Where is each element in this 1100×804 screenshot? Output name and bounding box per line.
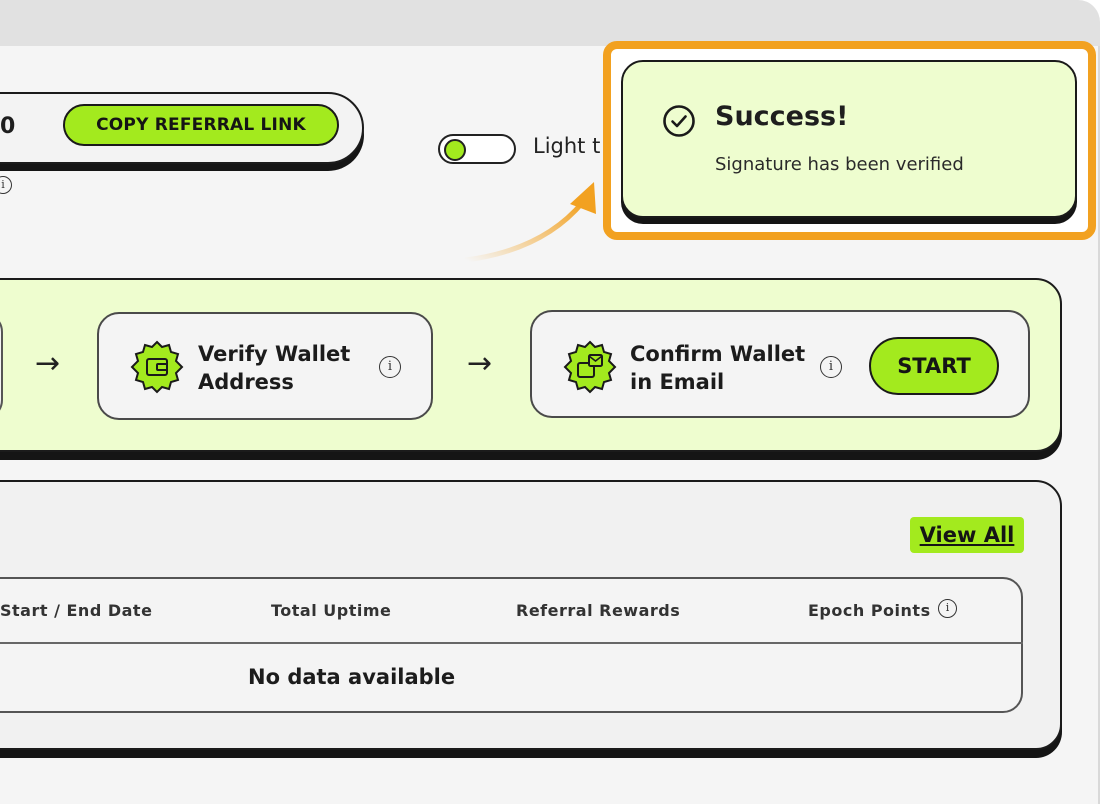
- toast-message: Signature has been verified: [715, 154, 964, 175]
- empty-state-message: No data available: [248, 665, 456, 689]
- callout-arrow-icon: [463, 182, 596, 263]
- history-table: [0, 577, 1023, 713]
- step-label-verify-wallet: Verify Wallet Address: [198, 342, 351, 394]
- confirm-email-info-icon[interactable]: i: [820, 356, 842, 378]
- theme-toggle-label: Light t: [533, 134, 601, 158]
- step-label-confirm-email: Confirm Wallet in Email: [630, 342, 806, 394]
- verify-wallet-info-icon[interactable]: i: [379, 356, 401, 378]
- toast-title: Success!: [715, 101, 849, 132]
- table-header-divider: [0, 642, 1023, 644]
- column-header-date[interactable]: Start / End Date: [0, 601, 152, 620]
- wallet-icon: [130, 340, 184, 394]
- check-circle-icon: [663, 105, 695, 137]
- theme-toggle[interactable]: [438, 134, 516, 164]
- step-card-previous: [0, 312, 3, 420]
- epoch-points-info-icon[interactable]: i: [938, 599, 957, 618]
- toggle-knob: [444, 139, 466, 161]
- copy-referral-link-button[interactable]: COPY REFERRAL LINK: [63, 104, 339, 146]
- step-arrow: →: [35, 346, 61, 381]
- email-wallet-icon: [563, 340, 617, 394]
- column-header-referral-rewards[interactable]: Referral Rewards: [516, 601, 680, 620]
- success-toast: [621, 60, 1077, 218]
- referral-count: 0: [0, 114, 16, 139]
- start-button[interactable]: START: [869, 337, 999, 395]
- step-arrow: →: [467, 346, 493, 381]
- column-header-epoch-points[interactable]: Epoch Points: [808, 601, 931, 620]
- view-all-link[interactable]: View All: [910, 517, 1024, 553]
- column-header-uptime[interactable]: Total Uptime: [271, 601, 391, 620]
